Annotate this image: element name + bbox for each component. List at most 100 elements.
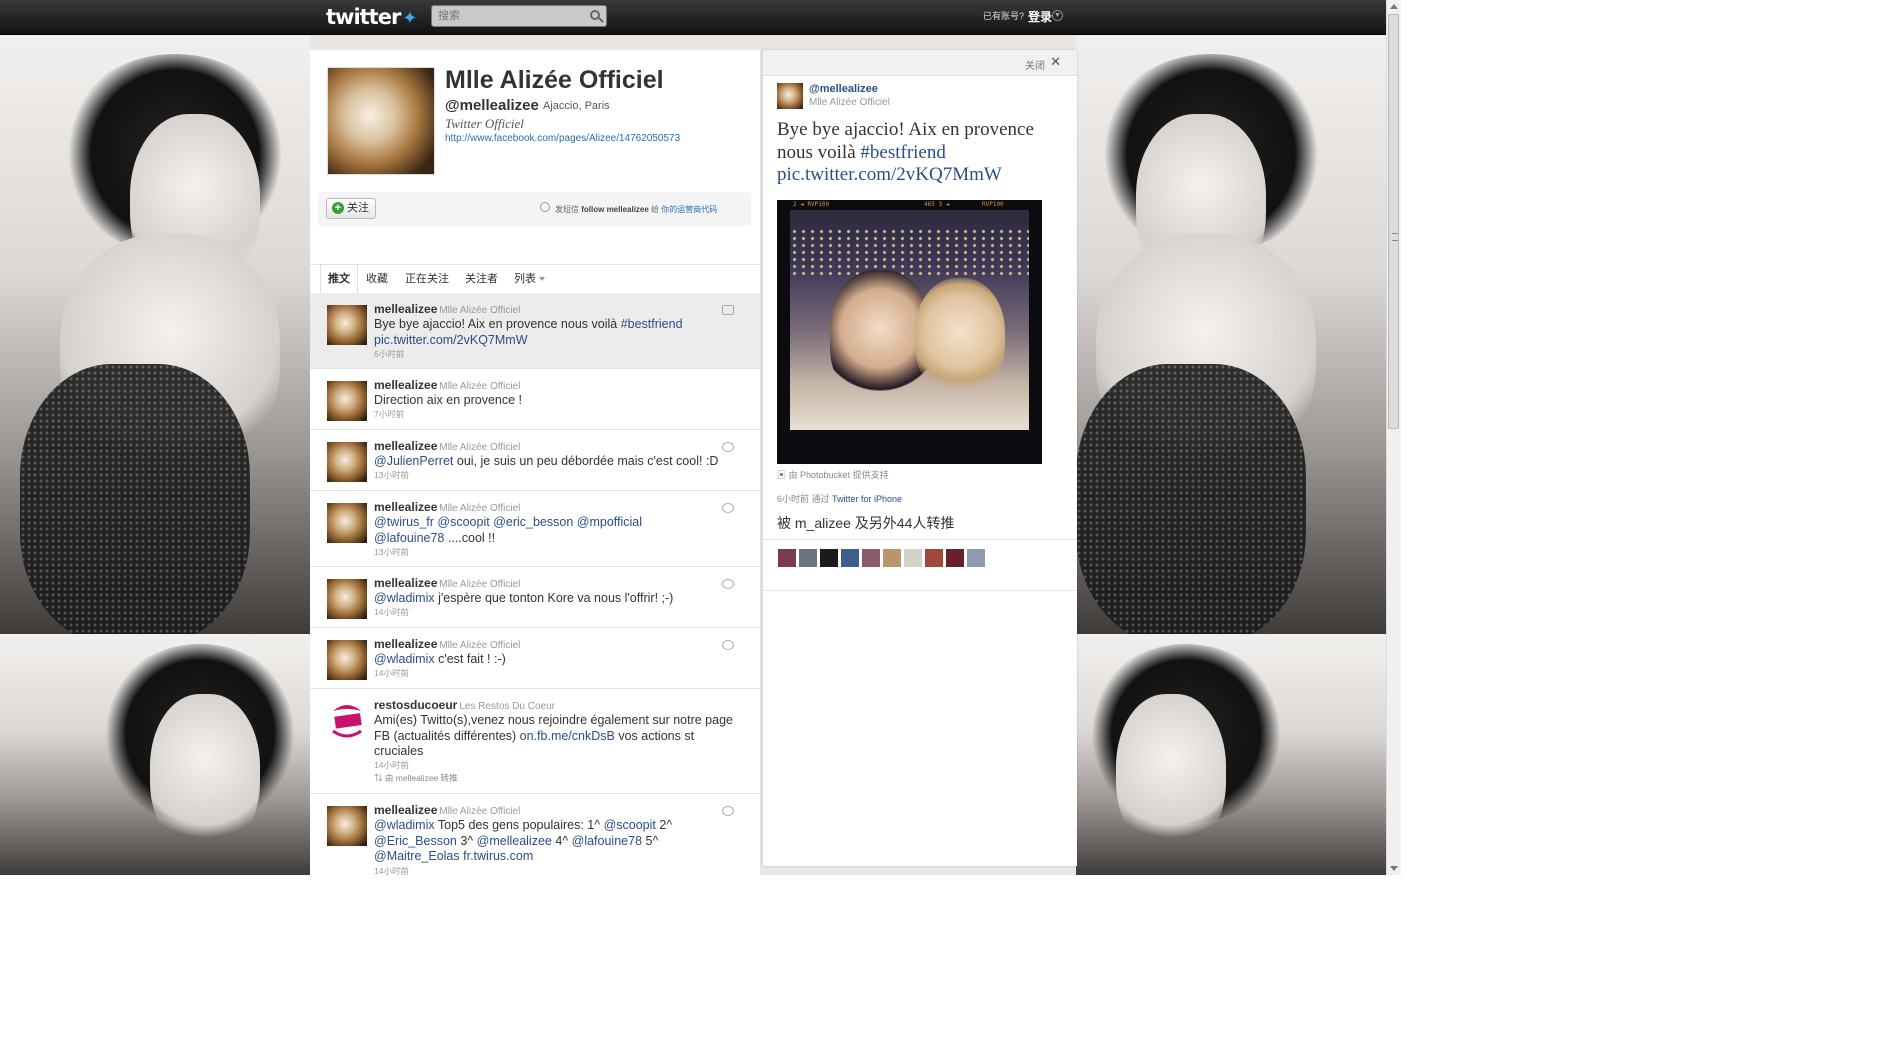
- mention-link[interactable]: @eric_besson: [493, 515, 573, 529]
- mention-link[interactable]: @JulienPerret: [374, 454, 453, 468]
- tweet-avatar[interactable]: [327, 579, 367, 619]
- mention-link[interactable]: @mpofficial: [577, 515, 642, 529]
- tweet-timestamp[interactable]: 14小时前: [374, 865, 409, 877]
- tweet-timestamp[interactable]: 7小时前: [374, 408, 404, 420]
- close-label[interactable]: 关闭: [1025, 57, 1045, 72]
- mention-link[interactable]: @wladimix: [374, 818, 435, 832]
- mention-link[interactable]: @twirus_fr: [374, 515, 434, 529]
- tab-lists[interactable]: 列表: [514, 265, 545, 293]
- detail-avatar[interactable]: [777, 83, 803, 109]
- tweet-avatar[interactable]: [327, 503, 367, 543]
- tweet-timestamp[interactable]: 14小时前: [374, 667, 409, 679]
- mention-link[interactable]: @Eric_Besson: [374, 834, 457, 848]
- tweet-item[interactable]: mellealizee Mlle Alizée Officiel Directio…: [310, 369, 760, 430]
- pic-link[interactable]: pic.twitter.com/2vKQ7MmW: [777, 164, 1002, 185]
- mention-link[interactable]: @wladimix: [374, 652, 435, 666]
- carrier-code-link[interactable]: 你的运营商代码: [661, 205, 717, 214]
- tweet-author[interactable]: mellealizee Mlle Alizée Officiel: [374, 500, 520, 514]
- tab-following[interactable]: 正在关注: [405, 265, 449, 293]
- reply-icon[interactable]: [722, 442, 734, 452]
- reply-icon[interactable]: [722, 503, 734, 513]
- follow-button[interactable]: + 关注: [326, 198, 376, 219]
- twitter-logo[interactable]: twitter ✦: [326, 5, 417, 29]
- detail-tweet-text: Bye bye ajaccio! Aix en provence nous vo…: [777, 119, 1034, 185]
- phone-icon: [540, 202, 550, 212]
- profile-avatar[interactable]: [327, 67, 435, 175]
- tweet-item[interactable]: restosducoeur Les Restos Du Coeur Ami(es)…: [310, 689, 760, 794]
- tweet-item[interactable]: mellealizee Mlle Alizée Officiel Bye bye …: [310, 293, 760, 369]
- mention-link[interactable]: @scoopit: [437, 515, 489, 529]
- tweet-avatar[interactable]: [327, 701, 367, 741]
- tweet-author[interactable]: restosducoeur Les Restos Du Coeur: [374, 698, 555, 712]
- detail-handle[interactable]: @mellealizee: [809, 83, 878, 95]
- retweeter-avatar[interactable]: [924, 548, 944, 568]
- external-link[interactable]: fr.twirus.com: [463, 849, 533, 863]
- tweet-avatar[interactable]: [327, 806, 367, 846]
- reply-icon[interactable]: [722, 806, 734, 816]
- tweet-photo[interactable]: 2 ◄ RVP100 465 3 ◄ RVP100: [777, 200, 1042, 464]
- retweeter-avatar[interactable]: [840, 548, 860, 568]
- retweeter-avatar[interactable]: [882, 548, 902, 568]
- tweet-avatar[interactable]: [327, 640, 367, 680]
- tab-followers[interactable]: 关注者: [465, 265, 498, 293]
- mention-link[interactable]: @lafouine78: [374, 531, 444, 545]
- retweeter-avatar[interactable]: [945, 548, 965, 568]
- tweet-text: Direction aix en provence !: [374, 393, 522, 407]
- external-link[interactable]: on.fb.me/cnkDsB: [520, 729, 615, 743]
- hashtag-link[interactable]: #bestfriend: [621, 317, 683, 331]
- retweeter-avatar[interactable]: [861, 548, 881, 568]
- retweeter-avatar[interactable]: [966, 548, 986, 568]
- tweet-author[interactable]: mellealizee Mlle Alizée Officiel: [374, 439, 520, 453]
- profile-handle: @mellealizee: [445, 97, 539, 114]
- tweet-timestamp[interactable]: 6小时前: [374, 348, 404, 360]
- retweeter-avatar[interactable]: [903, 548, 923, 568]
- mention-link[interactable]: @Maitre_Eolas: [374, 849, 460, 863]
- mention-link[interactable]: @lafouine78: [572, 834, 642, 848]
- tweet-avatar[interactable]: [327, 381, 367, 421]
- tweet-timestamp[interactable]: 13小时前: [374, 546, 409, 558]
- retweeter-avatar[interactable]: [819, 548, 839, 568]
- search-icon[interactable]: [590, 10, 600, 20]
- tweet-timestamp[interactable]: 13小时前: [374, 469, 409, 481]
- mention-link[interactable]: @wladimix: [374, 591, 435, 605]
- tweet-text: Ami(es) Twitto(s),venez nous rejoindre é…: [374, 713, 733, 759]
- tweet-item[interactable]: mellealizee Mlle Alizée Officiel @wladimi…: [310, 628, 760, 689]
- search-input[interactable]: [432, 6, 584, 26]
- profile-location: Ajaccio, Paris: [543, 100, 610, 112]
- scroll-up-icon[interactable]: [1390, 4, 1398, 9]
- login-dropdown-icon[interactable]: ▼: [1052, 10, 1063, 21]
- pic-link[interactable]: pic.twitter.com/2vKQ7MmW: [374, 333, 528, 347]
- tweet-author[interactable]: mellealizee Mlle Alizée Officiel: [374, 302, 520, 316]
- retweeter-avatar[interactable]: [798, 548, 818, 568]
- reply-icon[interactable]: [722, 579, 734, 589]
- tweet-author[interactable]: mellealizee Mlle Alizée Officiel: [374, 576, 520, 590]
- close-icon[interactable]: ✕: [1050, 54, 1061, 70]
- tweet-item[interactable]: mellealizee Mlle Alizée Officiel @wladimi…: [310, 567, 760, 628]
- mention-link[interactable]: @mellealizee: [477, 834, 552, 848]
- hashtag-link[interactable]: #bestfriend: [860, 142, 945, 163]
- media-icon: [722, 305, 734, 315]
- mention-link[interactable]: @scoopit: [604, 818, 656, 832]
- tweet-avatar[interactable]: [327, 305, 367, 345]
- tab-favorites[interactable]: 收藏: [366, 265, 388, 293]
- tweet-author[interactable]: mellealizee Mlle Alizée Officiel: [374, 803, 520, 817]
- tweet-timestamp[interactable]: 14小时前: [374, 759, 409, 771]
- film-edge-text: RVP100: [982, 201, 1004, 208]
- tweet-author[interactable]: mellealizee Mlle Alizée Officiel: [374, 378, 520, 392]
- profile-url-link[interactable]: http://www.facebook.com/pages/Alizee/147…: [445, 133, 680, 144]
- tweet-avatar[interactable]: [327, 442, 367, 482]
- page-scrollbar[interactable]: [1386, 0, 1401, 875]
- tweet-author[interactable]: mellealizee Mlle Alizée Officiel: [374, 637, 520, 651]
- login-link[interactable]: 登录: [1028, 8, 1052, 25]
- tweet-timestamp[interactable]: 14小时前: [374, 606, 409, 618]
- tweet-item[interactable]: mellealizee Mlle Alizée Officiel @wladimi…: [310, 794, 760, 884]
- tweet-item[interactable]: mellealizee Mlle Alizée Officiel @JulienP…: [310, 430, 760, 491]
- scroll-down-icon[interactable]: [1390, 866, 1398, 871]
- film-edge-text: 465 3 ◄: [924, 201, 950, 208]
- scroll-thumb[interactable]: [1388, 14, 1399, 429]
- tab-tweets[interactable]: 推文: [320, 264, 358, 294]
- retweeter-avatar[interactable]: [777, 548, 797, 568]
- client-link[interactable]: Twitter for iPhone: [832, 494, 902, 504]
- reply-icon[interactable]: [722, 640, 734, 650]
- tweet-item[interactable]: mellealizee Mlle Alizée Officiel @twirus_…: [310, 491, 760, 567]
